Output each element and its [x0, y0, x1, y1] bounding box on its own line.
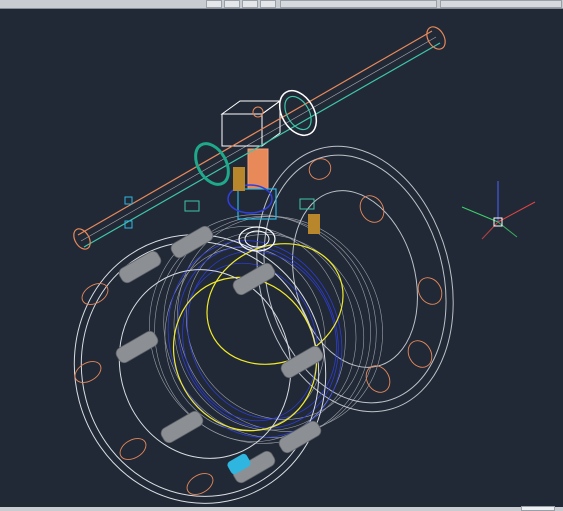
toolbar-button-1[interactable]	[206, 0, 222, 8]
top-toolbar-strip	[0, 0, 563, 9]
status-indicator[interactable]	[521, 506, 555, 511]
toolbar-dropdown[interactable]	[280, 0, 437, 8]
toolbar-dropdown-2[interactable]	[440, 0, 562, 8]
status-bar	[0, 506, 563, 511]
toolbar-button-2[interactable]	[224, 0, 240, 8]
handle-lever	[73, 26, 446, 250]
ucs-axis-icon	[461, 181, 536, 240]
cad-drawing	[73, 26, 536, 504]
toolbar-button-4[interactable]	[260, 0, 276, 8]
toolbar-button-3[interactable]	[242, 0, 258, 8]
drawing-viewport[interactable]	[0, 9, 563, 507]
